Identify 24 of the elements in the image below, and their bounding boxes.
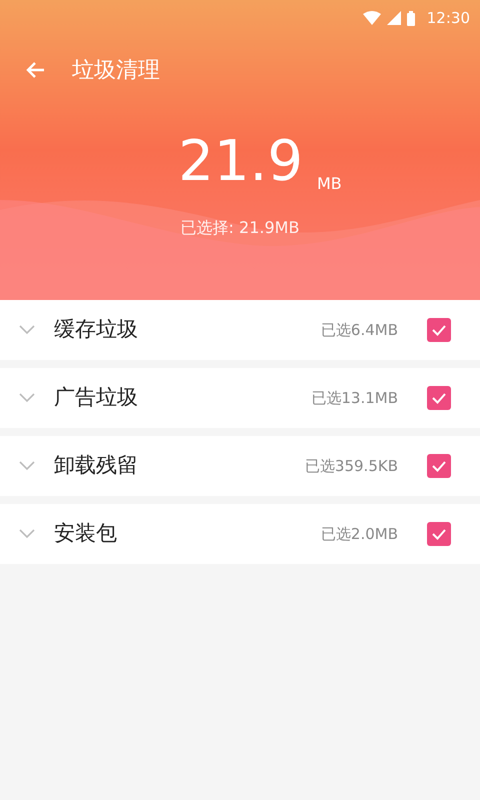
checkbox[interactable] xyxy=(427,522,451,546)
category-row[interactable]: 广告垃圾 已选13.1MB xyxy=(0,368,480,428)
category-label: 卸载残留 xyxy=(54,452,138,480)
category-row[interactable]: 卸载残留 已选359.5KB xyxy=(0,436,480,496)
selected-size: 已选13.1MB xyxy=(311,388,398,409)
category-row[interactable]: 缓存垃圾 已选6.4MB xyxy=(0,300,480,360)
size-unit: MB xyxy=(316,173,342,195)
selected-size: 已选2.0MB xyxy=(320,524,398,545)
total-size: 21.9 xyxy=(178,134,303,190)
checkbox[interactable] xyxy=(427,386,451,410)
status-time: 12:30 xyxy=(426,8,470,29)
category-row[interactable]: 安装包 已选2.0MB xyxy=(0,504,480,564)
selected-size: 已选359.5KB xyxy=(304,456,398,477)
checkbox[interactable] xyxy=(427,454,451,478)
category-label: 广告垃圾 xyxy=(54,384,138,412)
page-title: 垃圾清理 xyxy=(72,56,160,84)
selected-size: 已选6.4MB xyxy=(320,320,398,341)
category-label: 安装包 xyxy=(54,520,117,548)
battery-icon xyxy=(406,10,415,26)
signal-icon xyxy=(386,11,401,25)
category-label: 缓存垃圾 xyxy=(54,316,138,344)
selected-summary: 已选择: 21.9MB xyxy=(180,217,300,239)
wifi-icon xyxy=(362,11,381,25)
checkbox[interactable] xyxy=(427,318,451,342)
